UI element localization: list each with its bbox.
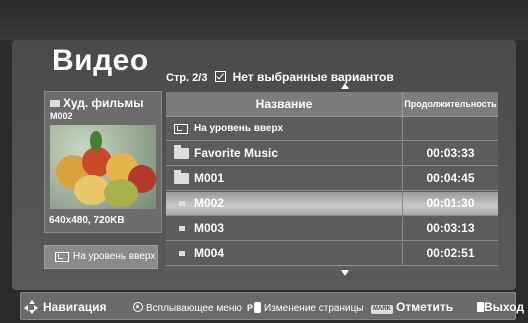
file-list: Название Продолжительность На уровень вв… xyxy=(166,92,498,272)
folder-icon xyxy=(50,100,60,107)
column-header-duration: Продолжительность xyxy=(402,92,498,116)
top-band xyxy=(0,0,528,40)
help-page-change-label: Изменение страницы xyxy=(264,303,364,314)
column-header-name: Название xyxy=(255,97,313,111)
list-item-name: M004 xyxy=(194,246,225,260)
list-item-duration: 00:02:51 xyxy=(402,242,498,265)
help-popup-menu-label: Всплывающее меню xyxy=(146,303,242,314)
list-item[interactable]: M004 00:02:51 xyxy=(166,242,498,266)
checkbox-icon xyxy=(214,71,226,82)
info-item-name: M002 xyxy=(50,111,73,121)
help-navigation: Навигация xyxy=(43,300,107,314)
list-item-name: M003 xyxy=(194,221,225,235)
page-number: Стр. 2/3 xyxy=(166,72,208,84)
help-exit: Выход xyxy=(477,300,524,314)
help-exit-label: Выход xyxy=(484,300,525,314)
up-level-button[interactable]: На уровень вверх xyxy=(44,245,158,269)
list-header: Название Продолжительность xyxy=(166,92,498,117)
list-item-duration: 00:01:30 xyxy=(402,192,498,215)
page-rocker-icon xyxy=(254,302,262,313)
help-mark: MARK Отметить xyxy=(371,300,453,314)
folder-icon xyxy=(174,170,189,184)
mark-button-icon: MARK xyxy=(371,305,393,314)
help-popup-menu: Всплывающее меню xyxy=(133,300,242,314)
ok-button-icon xyxy=(133,302,143,312)
list-item[interactable]: Favorite Music 00:03:33 xyxy=(166,142,498,166)
file-icon xyxy=(179,201,185,206)
navigation-icon xyxy=(24,300,38,314)
page-title: Видео xyxy=(52,44,149,77)
list-item-duration: 00:04:45 xyxy=(402,167,498,190)
preview-thumbnail xyxy=(50,125,156,209)
list-item-duration: 00:03:13 xyxy=(402,217,498,240)
list-item-name: Favorite Music xyxy=(194,146,279,160)
page-info: Стр. 2/3 Нет выбранные вариантов xyxy=(166,70,394,84)
list-item-name: На уровень вверх xyxy=(194,123,284,134)
file-icon xyxy=(179,251,185,256)
list-item[interactable]: M003 00:03:13 xyxy=(166,217,498,241)
list-item-up-level[interactable]: На уровень вверх xyxy=(166,117,498,141)
up-level-icon xyxy=(55,252,69,262)
folder-icon xyxy=(174,145,189,159)
fruit-shape xyxy=(90,131,102,151)
list-item-name: M002 xyxy=(194,196,225,210)
exit-button-icon xyxy=(477,302,484,312)
file-icon xyxy=(179,226,185,231)
list-item-name: M001 xyxy=(194,171,225,185)
list-item[interactable]: M001 00:04:45 xyxy=(166,167,498,191)
fruit-shape xyxy=(104,179,138,207)
help-mark-label: Отметить xyxy=(396,300,454,314)
up-level-button-label: На уровень вверх xyxy=(73,251,156,262)
selection-message: Нет выбранные вариантов xyxy=(232,70,394,84)
info-resolution: 640x480, 720KB xyxy=(49,215,125,226)
info-panel: Худ. фильмы M002 640x480, 720KB xyxy=(44,91,162,233)
help-bar: Навигация Всплывающее меню P Изменение ст… xyxy=(20,292,524,320)
up-level-icon xyxy=(174,124,188,134)
scroll-up-arrow-icon[interactable] xyxy=(341,83,349,89)
info-category: Худ. фильмы xyxy=(50,96,144,110)
page-button-icon: P xyxy=(247,303,254,313)
info-category-label: Худ. фильмы xyxy=(63,96,144,110)
scroll-down-arrow-icon[interactable] xyxy=(341,270,349,276)
help-page-change: P Изменение страницы xyxy=(247,300,363,314)
list-item-duration xyxy=(402,117,498,140)
list-item-selected[interactable]: M002 00:01:30 xyxy=(166,192,498,216)
list-item-duration: 00:03:33 xyxy=(402,142,498,165)
